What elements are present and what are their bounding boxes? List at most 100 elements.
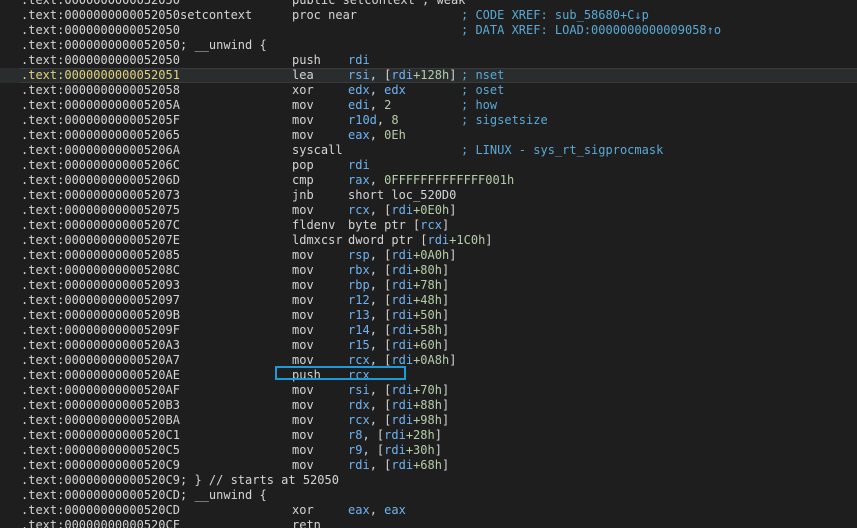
code-line[interactable]: .text:0000000000052065 mov eax, 0Eh: [0, 128, 857, 143]
register[interactable]: rdi: [391, 383, 413, 397]
register[interactable]: r14: [348, 323, 370, 337]
register[interactable]: edi: [348, 98, 370, 112]
register[interactable]: rdi: [391, 413, 413, 427]
code-line[interactable]: .text:000000000005207C fldenv byte ptr [rc…: [0, 218, 857, 233]
register[interactable]: rdi: [391, 353, 413, 367]
code-line[interactable]: .text:00000000000520C1 mov r8, [rdi+28h]: [0, 428, 857, 443]
code-line[interactable]: .text:00000000000520B3 mov rdx, [rdi+88h]: [0, 398, 857, 413]
code-line[interactable]: .text:0000000000052050 public setcontext …: [0, 0, 857, 8]
code-line[interactable]: .text:00000000000520BA mov rcx, [rdi+98h]: [0, 413, 857, 428]
register[interactable]: rdi: [348, 458, 370, 472]
code-line[interactable]: .text:00000000000520CD xor eax, eax: [0, 503, 857, 518]
code-line[interactable]: .text:00000000000520C9 mov rdi, [rdi+68h]: [0, 458, 857, 473]
code-line[interactable]: .text:0000000000052097 mov r12, [rdi+48h]: [0, 293, 857, 308]
operands: rbp, [rdi+78h]: [348, 278, 449, 293]
register[interactable]: rdi: [384, 443, 406, 457]
mnemonic: mov: [292, 203, 314, 217]
code-line[interactable]: .text:0000000000052050 setcontext proc nea…: [0, 8, 857, 23]
code-line[interactable]: .text:00000000000520AE push rcx: [0, 368, 857, 383]
register[interactable]: rcx: [348, 413, 370, 427]
register[interactable]: rdi: [348, 53, 370, 67]
code-line[interactable]: .text:00000000000520A7 mov rcx, [rdi+0A8h]: [0, 353, 857, 368]
register[interactable]: rdi: [391, 263, 413, 277]
code-line[interactable]: .text:0000000000052073 jnb short loc_520D0: [0, 188, 857, 203]
register[interactable]: rax: [348, 173, 370, 187]
code-line[interactable]: .text:0000000000052058 xor edx, edx ; oset: [0, 83, 857, 98]
code-line[interactable]: .text:0000000000052050 ; DATA XREF: LOAD:…: [0, 23, 857, 38]
register[interactable]: rcx: [420, 218, 442, 232]
mnemonic: retn: [292, 518, 321, 528]
operand-part: +0A8h: [413, 353, 450, 367]
code-line[interactable]: .text:000000000005206D cmp rax, 0FFFFFFFFF…: [0, 173, 857, 188]
register[interactable]: rdi: [391, 458, 413, 472]
code-line[interactable]: .text:000000000005206A syscall ; LINUX - s…: [0, 143, 857, 158]
register[interactable]: rdi: [391, 293, 413, 307]
code-line[interactable]: .text:0000000000052093 mov rbp, [rdi+78h]: [0, 278, 857, 293]
register[interactable]: rdi: [391, 68, 413, 82]
code-line[interactable]: .text:0000000000052075 mov rcx, [rdi+0E0h]: [0, 203, 857, 218]
code-line[interactable]: .text:00000000000520CF retn: [0, 518, 857, 528]
register[interactable]: rcx: [348, 353, 370, 367]
disassembly-view[interactable]: .text:0000000000052050 public setcontext …: [0, 0, 857, 528]
code-line[interactable]: .text:0000000000052050; __unwind {: [0, 38, 857, 53]
register[interactable]: edx: [348, 83, 370, 97]
address: .text:00000000000520A7: [21, 353, 180, 367]
code-line[interactable]: .text:000000000005205F mov r10d, 8 ; sigset…: [0, 113, 857, 128]
operand-part: ]: [449, 203, 457, 217]
code-line[interactable]: .text:00000000000520CD; __unwind {: [0, 488, 857, 503]
register[interactable]: r9: [348, 443, 362, 457]
code-line[interactable]: .text:000000000005205A mov edi, 2 ; how: [0, 98, 857, 113]
operand-part: +50h: [413, 308, 442, 322]
register[interactable]: rcx: [348, 203, 370, 217]
code-line[interactable]: .text:000000000005209F mov r14, [rdi+58h]: [0, 323, 857, 338]
register[interactable]: rdi: [348, 158, 370, 172]
register[interactable]: rsi: [348, 383, 370, 397]
register[interactable]: rdi: [427, 233, 449, 247]
register[interactable]: r10d: [348, 113, 377, 127]
operands: rsi, [rdi+128h]: [348, 68, 456, 83]
register[interactable]: eax: [348, 503, 370, 517]
register[interactable]: rbp: [348, 278, 370, 292]
register[interactable]: rsp: [348, 248, 370, 262]
register[interactable]: eax: [348, 128, 370, 142]
code-line[interactable]: .text:000000000005206C pop rdi: [0, 158, 857, 173]
operand-part: 8: [391, 113, 399, 127]
code-line[interactable]: .text:00000000000520AF mov rsi, [rdi+70h]: [0, 383, 857, 398]
operand-part: 2: [384, 98, 392, 112]
code-line[interactable]: .text:0000000000052085 mov rsp, [rdi+0A0h]: [0, 248, 857, 263]
register[interactable]: r12: [348, 293, 370, 307]
register[interactable]: rdi: [391, 278, 413, 292]
register[interactable]: rdx: [348, 398, 370, 412]
register[interactable]: r13: [348, 308, 370, 322]
code-line[interactable]: .text:00000000000520C5 mov r9, [rdi+30h]: [0, 443, 857, 458]
register[interactable]: rdi: [391, 308, 413, 322]
function-label[interactable]: setcontext: [180, 8, 252, 23]
operand-part: +58h: [413, 323, 442, 337]
address: .text:0000000000052051: [21, 68, 180, 82]
operand-part: +28h: [405, 428, 435, 442]
code-line[interactable]: .text:00000000000520C9; } // starts at 5…: [0, 473, 857, 488]
address: .text:000000000005209B: [21, 308, 180, 322]
register[interactable]: rbx: [348, 263, 370, 277]
operand-part: ]: [434, 443, 442, 457]
register[interactable]: edx: [384, 83, 406, 97]
register[interactable]: rdi: [384, 428, 406, 442]
operand-part: , [: [369, 278, 392, 292]
register[interactable]: rdi: [391, 323, 413, 337]
register[interactable]: rdi: [391, 338, 413, 352]
code-line[interactable]: .text:0000000000052050 push rdi: [0, 53, 857, 68]
operands: r10d, 8: [348, 113, 399, 128]
code-line[interactable]: .text:000000000005208C mov rbx, [rdi+80h]: [0, 263, 857, 278]
code-line[interactable]: .text:0000000000052051 lea rsi, [rdi+128h]…: [0, 68, 857, 83]
code-line[interactable]: .text:00000000000520A3 mov r15, [rdi+60h]: [0, 338, 857, 353]
register[interactable]: rdi: [391, 398, 413, 412]
register[interactable]: r8: [348, 428, 362, 442]
register[interactable]: rsi: [348, 68, 370, 82]
register[interactable]: eax: [384, 503, 406, 517]
register[interactable]: rdi: [391, 203, 413, 217]
register[interactable]: rdi: [391, 248, 413, 262]
code-line[interactable]: .text:000000000005207E ldmxcsr dword ptr […: [0, 233, 857, 248]
register[interactable]: r15: [348, 338, 370, 352]
code-line[interactable]: .text:000000000005209B mov r13, [rdi+50h]: [0, 308, 857, 323]
operand-part: ]: [441, 308, 450, 322]
